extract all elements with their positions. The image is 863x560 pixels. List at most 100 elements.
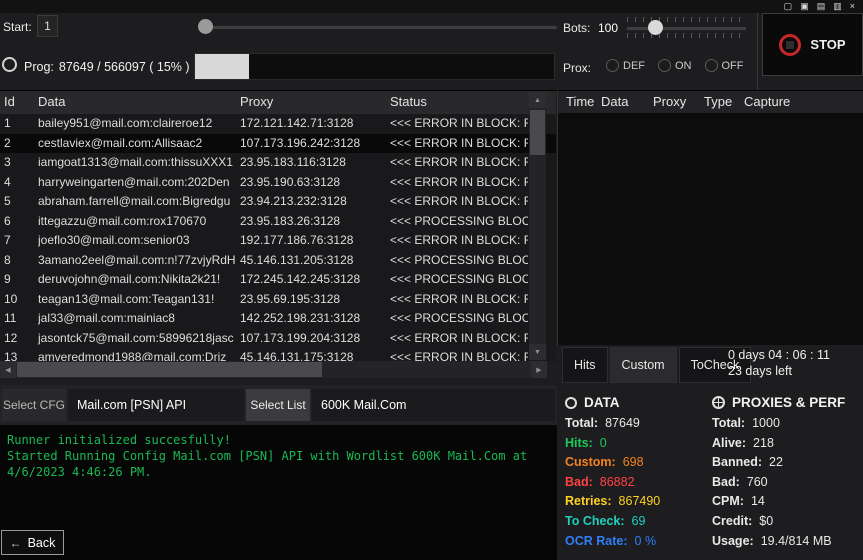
stat-row: CPM: 14 [712,492,862,512]
cell-status: <<< ERROR IN BLOCK: R [390,174,528,189]
log-area: Runner initialized succesfully! Started R… [0,425,557,560]
stat-label: Total: [565,416,599,430]
start-input[interactable]: 1 [37,15,58,37]
window-icon-3[interactable]: ▤ [817,2,826,11]
column-header-hits-data[interactable]: Data [601,94,628,109]
radio-icon [606,59,619,72]
cell-proxy: 107.173.199.204:3128 [240,330,361,345]
cell-proxy: 107.173.196.242:3128 [240,135,361,150]
config-row: Select CFG Mail.com [PSN] API Select Lis… [0,385,557,425]
close-icon[interactable]: × [850,2,855,11]
column-header-time[interactable]: Time [566,94,594,109]
bots-slider-track[interactable] [627,27,746,30]
scroll-down-icon[interactable]: ▼ [529,344,546,360]
table-row[interactable]: 9 deruvojohn@mail.com:Nikita2k21! 172.245.… [0,270,556,290]
window-icon-1[interactable]: ▢ [784,2,793,11]
column-header-type[interactable]: Type [704,94,732,109]
window-icon-2[interactable]: ▣ [800,2,809,11]
cell-status: <<< PROCESSING BLOCK [390,311,528,325]
tab-hits[interactable]: Hits [562,347,608,383]
back-button[interactable]: ← Back [1,530,64,555]
bots-slider-ticks-top [627,17,746,22]
stop-button[interactable]: STOP [762,13,863,76]
start-slider-thumb[interactable] [198,19,213,34]
scroll-left-icon[interactable]: ◀ [0,361,16,378]
horizontal-scrollbar[interactable]: ◀ ▶ [0,361,547,378]
scroll-right-icon[interactable]: ▶ [531,361,547,378]
stat-row: Custom: 698 [565,453,710,473]
data-icon [565,396,577,409]
proxies-panel-header: PROXIES & PERF [712,395,845,410]
stat-label: Banned: [712,455,762,470]
progress-value: 87649 / 566097 ( 15% ) [58,60,190,74]
prox-radio-on[interactable]: ON [658,59,692,72]
prox-label: Prox: [563,61,592,75]
cell-data: jasontck75@mail.com:58996218jasc [38,330,234,345]
start-slider-track[interactable] [200,26,557,29]
table-row[interactable]: 12 jasontck75@mail.com:58996218jasc 107.17… [0,329,556,349]
cell-data: harryweingarten@mail.com:202Den [38,174,230,189]
column-header-hits-proxy[interactable]: Proxy [653,94,686,109]
stat-row: Credit: $0 [712,512,862,532]
table-row[interactable]: 8 3amano2eel@mail.com:n!77zvjyRdH 45.146.1… [0,251,556,271]
stat-label: Credit: [712,513,753,528]
cell-proxy: 192.177.186.76:3128 [240,233,354,247]
horizontal-scrollbar-thumb[interactable] [17,362,322,377]
tab-custom[interactable]: Custom [609,347,677,383]
cell-proxy: 172.245.142.245:3128 [240,272,361,286]
proxies-panel-title: PROXIES & PERF [732,395,846,410]
stat-value: 760 [746,474,768,489]
stat-label: OCR Rate: [565,533,628,548]
table-row[interactable]: 13 amveredmond1988@mail.com:Driz 45.146.13… [0,348,556,362]
stat-value: 218 [753,435,774,450]
scroll-up-icon[interactable]: ▲ [529,92,546,108]
stat-value: 867490 [618,494,661,509]
table-row[interactable]: 1 bailey951@mail.com:claireroe12 172.121.1… [0,114,556,134]
select-cfg-button[interactable]: Select CFG [2,389,66,421]
cell-proxy: 45.146.131.205:3128 [240,252,354,267]
data-panel-stats: Total: 87649 Hits: 0 Custom: 698 Bad: 86882 Retr… [565,414,710,551]
table-row[interactable]: 6 ittegazzu@mail.com:rox170670 23.95.183.2… [0,212,556,232]
cell-proxy: 23.95.190.63:3128 [240,174,341,189]
cell-status: <<< ERROR IN BLOCK: R [390,330,528,345]
window-icon-4[interactable]: ▥ [833,2,842,11]
prox-radio-label: ON [675,59,692,72]
cell-status: <<< ERROR IN BLOCK: R [390,135,528,150]
cell-id: 5 [4,194,11,208]
table-row[interactable]: 7 joeflo30@mail.com:senior03 192.177.186.7… [0,231,556,251]
column-header-id[interactable]: Id [4,94,15,109]
select-list-button[interactable]: Select List [246,389,310,421]
table-row[interactable]: 11 jal33@mail.com:mainiac8 142.252.198.231… [0,309,556,329]
cell-id: 8 [4,252,11,267]
bots-slider-thumb[interactable] [648,20,663,35]
proxies-panel-stats: Total: 1000 Alive: 218 Banned: 22 Bad: 760 CPM: 1… [712,414,862,551]
stat-label: Alive: [712,435,747,450]
radio-icon [704,59,718,72]
stop-button-label: STOP [810,37,846,52]
wordlist-name-field[interactable]: 600K Mail.Com [312,389,555,421]
table-row[interactable]: 5 abraham.farrell@mail.com:Bigredgu 23.94.… [0,192,556,212]
config-name-field[interactable]: Mail.com [PSN] API [68,389,244,421]
stat-row: Hits: 0 [565,434,710,454]
table-row[interactable]: 3 iamgoat1313@mail.com:thissuXXX1 23.95.18… [0,153,556,173]
cell-data: ittegazzu@mail.com:rox170670 [38,213,207,228]
column-header-data[interactable]: Data [38,94,65,109]
table-row[interactable]: 2 cestlaviex@mail.com:Allisaac2 107.173.19… [0,133,556,153]
cell-proxy: 172.121.142.71:3128 [240,116,354,130]
stat-value: 19.4/814 MB [760,533,832,548]
stat-row: Banned: 22 [712,453,862,473]
prox-radio-def[interactable]: DEF [606,59,645,72]
table-row[interactable]: 4 harryweingarten@mail.com:202Den 23.95.19… [0,173,556,193]
column-header-status[interactable]: Status [390,94,427,109]
cell-proxy: 142.252.198.231:3128 [240,311,361,325]
vertical-scrollbar-thumb[interactable] [530,110,545,155]
vertical-scrollbar[interactable]: ▲ ▼ [529,92,546,360]
table-row[interactable]: 10 teagan13@mail.com:Teagan131! 23.95.69.1… [0,290,556,310]
cell-data: deruvojohn@mail.com:Nikita2k21! [38,272,221,286]
stat-value: 0 % [634,533,657,548]
start-label: Start: [3,20,32,34]
prox-radio-off[interactable]: OFF [704,59,744,72]
column-header-proxy[interactable]: Proxy [240,94,273,109]
column-header-capture[interactable]: Capture [744,94,790,109]
prox-options: DEF ON OFF [606,59,744,72]
